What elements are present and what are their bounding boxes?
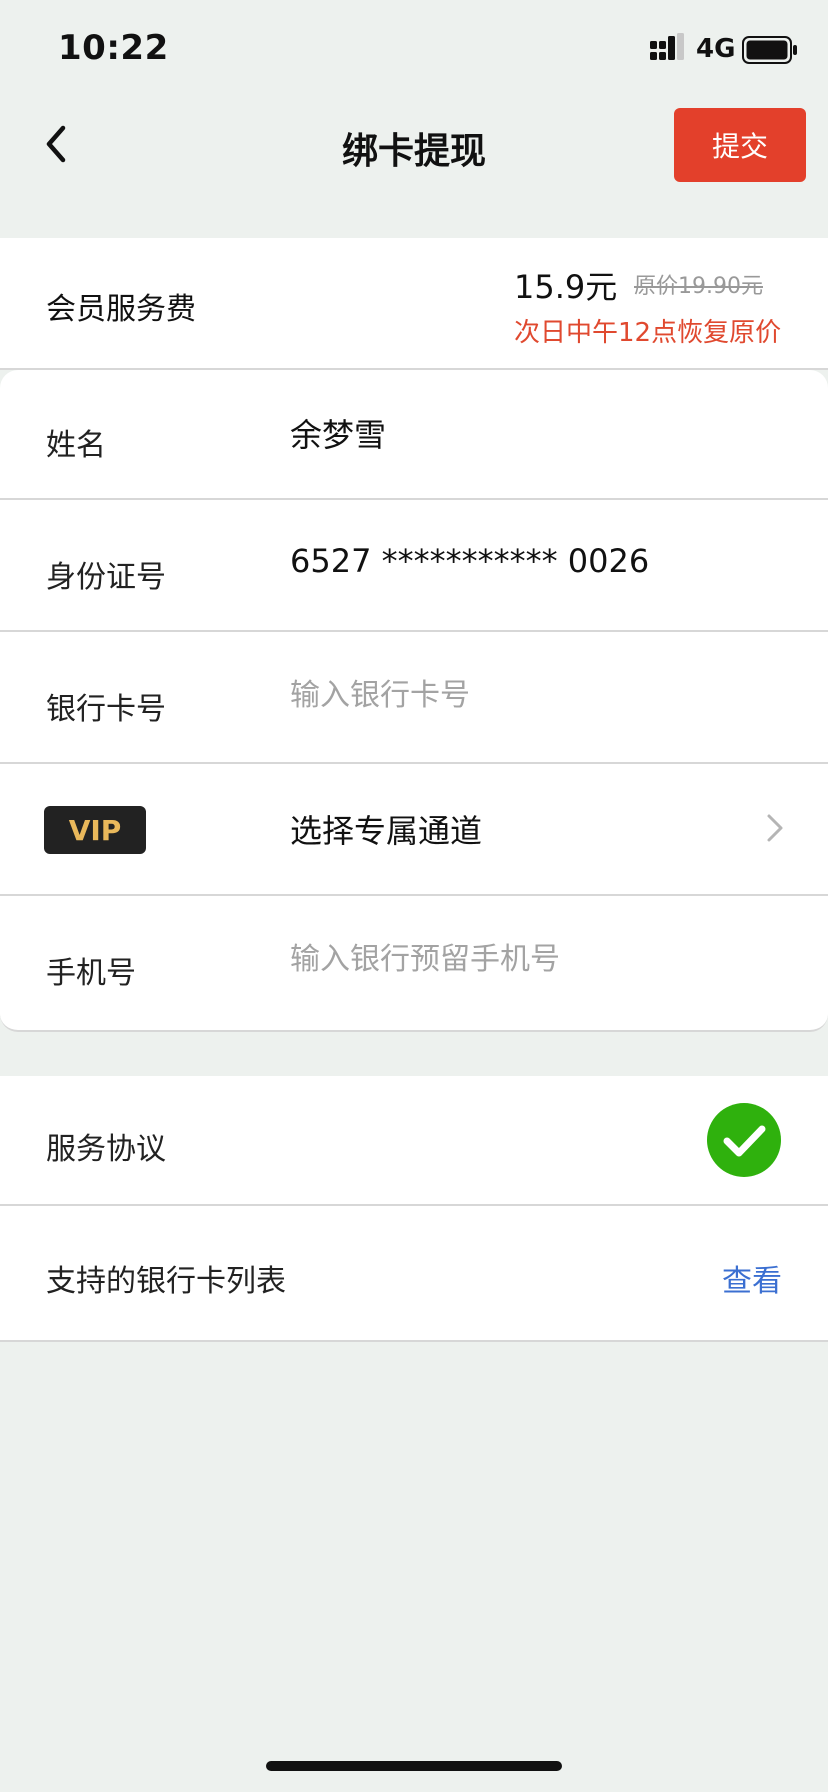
fee-label: 会员服务费 (46, 292, 196, 327)
name-value: 余梦雪 (290, 416, 387, 454)
view-bank-list-link[interactable]: 查看 (722, 1256, 782, 1300)
bank-card-label: 银行卡号 (46, 692, 166, 727)
id-number-label: 身份证号 (46, 560, 166, 595)
signal-icon (650, 33, 684, 60)
bind-card-form: 姓名 余梦雪 身份证号 6527 *********** 0026 银行卡号 V… (0, 370, 828, 1032)
phone-label: 手机号 (46, 956, 136, 991)
fee-note: 次日中午12点恢复原价 (514, 318, 782, 348)
vip-badge: VIP (44, 806, 146, 854)
submit-button[interactable]: 提交 (674, 108, 806, 182)
bank-card-input[interactable] (290, 670, 770, 720)
name-row: 姓名 余梦雪 (0, 370, 828, 500)
service-agreement-row[interactable]: 服务协议 (0, 1076, 828, 1206)
nav-bar: 绑卡提现 提交 (0, 96, 828, 196)
phone-row: 手机号 (0, 898, 828, 1028)
agreement-card: 服务协议 支持的银行卡列表 查看 (0, 1076, 828, 1342)
network-label: 4G (696, 34, 736, 64)
service-agreement-label: 服务协议 (46, 1132, 166, 1167)
vip-channel-label: 选择专属通道 (290, 812, 483, 850)
bank-card-row: 银行卡号 (0, 634, 828, 764)
membership-fee-card: 会员服务费 15.9元 原价19.90元 次日中午12点恢复原价 (0, 238, 828, 370)
bank-list-label: 支持的银行卡列表 (46, 1264, 286, 1299)
id-number-value: 6527 *********** 0026 (290, 542, 650, 580)
name-label: 姓名 (46, 428, 106, 463)
status-bar: 10:22 4G (0, 0, 828, 96)
vip-channel-row[interactable]: VIP 选择专属通道 (0, 766, 828, 896)
home-indicator[interactable] (266, 1761, 562, 1771)
check-circle-icon[interactable] (706, 1102, 782, 1178)
fee-price: 15.9元 (514, 268, 618, 306)
id-number-row: 身份证号 6527 *********** 0026 (0, 502, 828, 632)
phone-input[interactable] (290, 934, 770, 984)
status-time: 10:22 (58, 28, 169, 68)
bank-list-row: 支持的银行卡列表 查看 (0, 1208, 828, 1338)
battery-icon (742, 36, 797, 64)
chevron-right-icon (767, 814, 783, 842)
fee-original-price: 原价19.90元 (634, 274, 763, 299)
